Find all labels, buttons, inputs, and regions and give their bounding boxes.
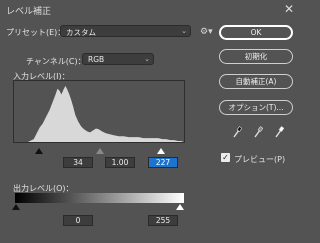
preset-value: カスタム	[66, 28, 96, 37]
auto-button[interactable]: 自動補正(A)	[219, 74, 293, 89]
channel-value: RGB	[88, 55, 105, 64]
midtone-slider[interactable]	[96, 148, 104, 154]
output-high-input[interactable]: 255	[148, 215, 178, 226]
reset-button[interactable]: 初期化	[219, 49, 293, 64]
window-title: レベル補正	[6, 7, 52, 17]
shadow-input[interactable]: 34	[63, 157, 93, 168]
channel-label: チャンネル(C)：	[26, 57, 86, 66]
chevron-down-icon: ⌄	[144, 55, 150, 63]
output-low-input[interactable]: 0	[63, 215, 93, 226]
options-button[interactable]: オプション(T)...	[219, 100, 293, 115]
output-low-slider[interactable]	[12, 204, 20, 210]
highlight-input[interactable]: 227	[148, 157, 178, 168]
levels-dialog: レベル補正 ✕ プリセット(E)： カスタム ⌄ ⚙▾ チャンネル(C)： RG…	[0, 0, 300, 243]
gear-icon[interactable]: ⚙▾	[200, 27, 213, 37]
black-eyedropper-icon[interactable]	[232, 126, 242, 138]
midtone-input[interactable]: 1.00	[105, 157, 135, 168]
output-high-slider[interactable]	[176, 204, 184, 210]
channel-select[interactable]: RGB ⌄	[82, 53, 154, 65]
white-eyedropper-icon[interactable]	[274, 126, 284, 138]
chevron-down-icon: ⌄	[181, 27, 187, 35]
preview-label: プレビュー(P)	[234, 155, 286, 164]
title-bar[interactable]: レベル補正 ✕	[0, 0, 300, 19]
histogram	[13, 80, 185, 143]
close-icon[interactable]: ✕	[284, 2, 294, 16]
preset-label: プリセット(E)：	[6, 28, 66, 37]
ok-button[interactable]: OK	[219, 25, 293, 40]
preview-checkbox[interactable]: ✓	[221, 153, 230, 162]
gray-eyedropper-icon[interactable]	[253, 126, 263, 138]
output-gradient	[15, 193, 184, 203]
shadow-slider[interactable]	[35, 148, 43, 154]
highlight-slider[interactable]	[157, 148, 165, 154]
preset-select[interactable]: カスタム ⌄	[60, 25, 191, 37]
